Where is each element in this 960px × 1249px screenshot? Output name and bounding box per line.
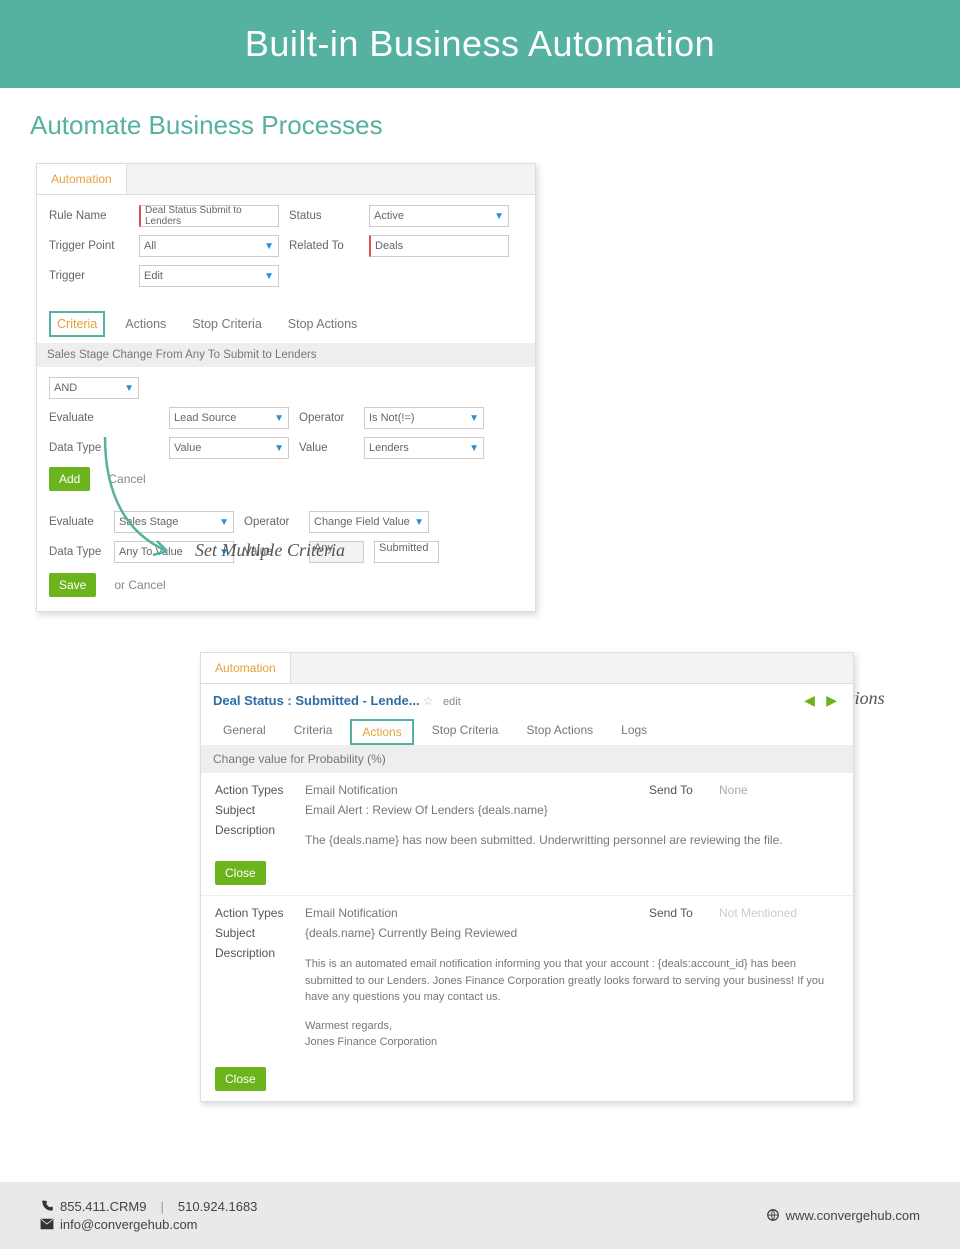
subtab-stop-criteria[interactable]: Stop Criteria: [186, 313, 267, 335]
related-to-label: Related To: [289, 240, 359, 252]
chevron-down-icon: ▼: [264, 271, 274, 282]
related-to-input[interactable]: Deals: [369, 235, 509, 257]
datatype2-label: Data Type: [49, 546, 104, 558]
mail-icon: [40, 1217, 54, 1231]
trigger-select[interactable]: Edit ▼: [139, 265, 279, 287]
trigger-point-label: Trigger Point: [49, 240, 129, 252]
subject-value: Email Alert : Review Of Lenders {deals.n…: [305, 803, 839, 817]
trigger-point-select[interactable]: All ▼: [139, 235, 279, 257]
datatype-label: Data Type: [49, 442, 159, 454]
evaluate2-select[interactable]: Sales Stage ▼: [114, 511, 234, 533]
subtab2-stop-criteria[interactable]: Stop Criteria: [422, 719, 509, 745]
action-type-label: Action Types: [215, 783, 305, 797]
separator: |: [160, 1199, 163, 1214]
website: www.convergehub.com: [786, 1208, 920, 1223]
evaluate2-label: Evaluate: [49, 516, 104, 528]
send-to-label: Send To: [649, 783, 719, 797]
description-value: This is an automated email notification …: [305, 946, 839, 1051]
annotation-criteria: Set Multiple Criteria: [195, 540, 345, 561]
chevron-down-icon: ▼: [219, 517, 229, 528]
logic-select[interactable]: AND ▼: [49, 377, 139, 399]
subtab2-actions[interactable]: Actions: [350, 719, 413, 745]
action-block-1: Action Types Email Notification Send To …: [201, 773, 853, 895]
phone2: 510.924.1683: [178, 1199, 258, 1214]
evaluate-label: Evaluate: [49, 412, 159, 424]
rule-name-input[interactable]: Deal Status Submit to Lenders: [139, 205, 279, 227]
chevron-down-icon: ▼: [124, 383, 134, 394]
chevron-down-icon: ▼: [469, 413, 479, 424]
phone1: 855.411.CRM9: [60, 1199, 146, 1214]
save-button[interactable]: Save: [49, 573, 96, 597]
send-to-value: Not Mentioned: [719, 906, 839, 920]
chevron-down-icon: ▼: [264, 241, 274, 252]
subtab-criteria[interactable]: Criteria: [49, 311, 105, 337]
action-type-value: Email Notification: [305, 783, 649, 797]
operator2-select[interactable]: Change Field Value ▼: [309, 511, 429, 533]
description-value: The {deals.name} has now been submitted.…: [305, 823, 839, 847]
action-block-2: Action Types Email Notification Send To …: [201, 895, 853, 1101]
panel2-tabbar: Automation: [201, 653, 853, 684]
subtab-stop-actions[interactable]: Stop Actions: [282, 313, 364, 335]
email: info@convergehub.com: [60, 1217, 198, 1232]
banner-title: Built-in Business Automation: [245, 23, 715, 65]
add-button[interactable]: Add: [49, 467, 90, 491]
send-to-label: Send To: [649, 906, 719, 920]
chevron-down-icon: ▼: [414, 517, 424, 528]
tab-automation[interactable]: Automation: [37, 164, 127, 194]
or-cancel-link[interactable]: or Cancel: [114, 578, 165, 592]
value-label: Value: [299, 442, 354, 454]
chevron-down-icon: ▼: [494, 211, 504, 222]
action-type-value: Email Notification: [305, 906, 649, 920]
description-label: Description: [215, 946, 305, 960]
globe-icon: [766, 1208, 780, 1222]
datatype-select[interactable]: Value ▼: [169, 437, 289, 459]
subtab2-stop-actions[interactable]: Stop Actions: [516, 719, 603, 745]
value-to-input[interactable]: Submitted: [374, 541, 439, 563]
close-button[interactable]: Close: [215, 1067, 266, 1091]
action-type-label: Action Types: [215, 906, 305, 920]
subject-label: Subject: [215, 803, 305, 817]
action-summary-strip: Change value for Probability (%): [201, 745, 853, 773]
subtab-actions[interactable]: Actions: [119, 313, 172, 335]
close-button[interactable]: Close: [215, 861, 266, 885]
evaluate-select[interactable]: Lead Source ▼: [169, 407, 289, 429]
chevron-down-icon: ▼: [274, 443, 284, 454]
phone-icon: [40, 1199, 54, 1213]
chevron-down-icon: ▼: [274, 413, 284, 424]
status-label: Status: [289, 210, 359, 222]
subtab2-logs[interactable]: Logs: [611, 719, 657, 745]
chevron-down-icon: ▼: [469, 443, 479, 454]
next-arrow-icon[interactable]: ▶: [822, 692, 841, 708]
subject-value: {deals.name} Currently Being Reviewed: [305, 926, 839, 940]
send-to-value: None: [719, 783, 839, 797]
automation-actions-panel: Automation Deal Status : Submitted - Len…: [200, 652, 854, 1102]
subtab2-criteria[interactable]: Criteria: [284, 719, 343, 745]
cancel-link[interactable]: Cancel: [108, 472, 145, 486]
status-select[interactable]: Active ▼: [369, 205, 509, 227]
panel2-subtabs: General Criteria Actions Stop Criteria S…: [201, 713, 853, 745]
panel1-tabbar: Automation: [37, 164, 535, 195]
page-banner: Built-in Business Automation: [0, 0, 960, 88]
star-icon[interactable]: ☆: [423, 694, 434, 708]
edit-link[interactable]: edit: [443, 696, 461, 708]
criteria-subtabs: Criteria Actions Stop Criteria Stop Acti…: [49, 311, 535, 337]
trigger-label: Trigger: [49, 270, 129, 282]
section-title: Automate Business Processes: [30, 110, 930, 141]
rule-name-label: Rule Name: [49, 210, 129, 222]
subtab2-general[interactable]: General: [213, 719, 276, 745]
description-label: Description: [215, 823, 305, 837]
page-footer: 855.411.CRM9 | 510.924.1683 info@converg…: [0, 1182, 960, 1249]
operator2-label: Operator: [244, 516, 299, 528]
criteria-summary-bar: Sales Stage Change From Any To Submit to…: [37, 343, 535, 367]
deal-title: Deal Status : Submitted - Lende...: [213, 693, 420, 708]
value-select[interactable]: Lenders ▼: [364, 437, 484, 459]
operator-label: Operator: [299, 412, 354, 424]
subject-label: Subject: [215, 926, 305, 940]
operator-select[interactable]: Is Not(!=) ▼: [364, 407, 484, 429]
prev-arrow-icon[interactable]: ◀: [800, 692, 819, 708]
tab-automation[interactable]: Automation: [201, 653, 291, 683]
